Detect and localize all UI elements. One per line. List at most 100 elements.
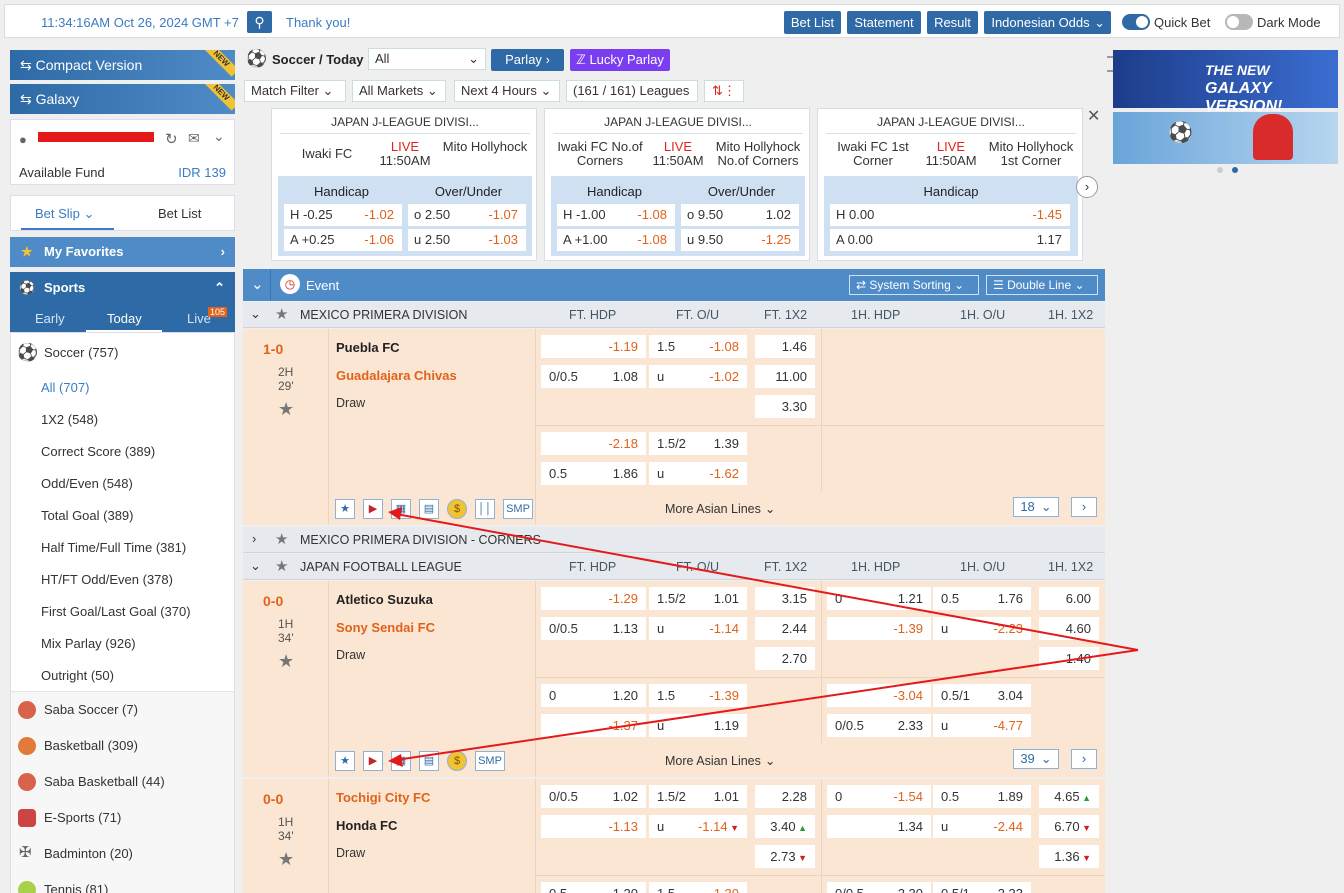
odds-button[interactable]: H -1.00 -1.08 [557,204,675,226]
all-markets-dropdown[interactable]: All Markets ⌄ [352,80,446,102]
odds-button[interactable]: u -1.62 [649,462,747,485]
odds-button[interactable]: 1.40 [1039,647,1099,670]
double-line-dropdown[interactable]: ☰ Double Line ⌄ [986,275,1098,295]
star-icon[interactable]: ★ [275,305,288,323]
mail-icon[interactable]: ✉ [188,130,200,147]
match-card[interactable]: JAPAN J-LEAGUE DIVISI... Iwaki FC No.of Co… [544,108,810,261]
search-button[interactable]: ⚲ [247,11,272,33]
odds-button[interactable]: 6.00 [1039,587,1099,610]
odds-button[interactable]: 3.15 [755,587,815,610]
odds-button[interactable]: 6.70 ▼ [1039,815,1099,838]
odds-button[interactable]: u -1.02 [649,365,747,388]
sport-esports[interactable]: E-Sports (71) [44,810,121,825]
leagues-filter[interactable]: (161 / 161) Leagues [566,80,698,102]
galaxy-button[interactable]: ⇆ Galaxy NEW [10,84,235,114]
system-sorting-dropdown[interactable]: ⇄ System Sorting ⌄ [849,275,979,295]
odds-button[interactable]: -1.19 [541,335,646,358]
odds-type-dropdown[interactable]: Indonesian Odds ⌄ [984,11,1111,34]
live-stream-icon[interactable]: ▶ [363,751,383,771]
odds-button[interactable]: 4.65 ▲ [1039,785,1099,808]
league-row[interactable]: ⌄ ★ MEXICO PRIMERA DIVISION FT. HDP FT. O… [243,302,1105,328]
league-row[interactable]: › ★ MEXICO PRIMERA DIVISION - CORNERS [243,527,1105,553]
star-icon[interactable]: ★ [275,557,288,575]
odds-button[interactable]: 1.5/2 1.01 [649,587,747,610]
dot[interactable] [1217,167,1223,173]
line-count-dropdown[interactable]: 18 ⌄ [1013,497,1059,517]
smp-button[interactable]: SMP [503,499,533,519]
odds-button[interactable]: 1.5/2 1.01 [649,785,747,808]
odds-button[interactable]: 0/0.5 2.30 [827,882,931,893]
scoreboard-icon[interactable]: ▤ [419,499,439,519]
odds-button[interactable]: 0.5 1.86 [541,462,646,485]
close-icon[interactable]: ✕ [1087,106,1100,126]
compact-version-button[interactable]: ⇆ Compact Version NEW [10,50,235,80]
odds-button[interactable]: 2.44 [755,617,815,640]
collapse-icon[interactable]: ⌄ [251,275,264,293]
odds-button[interactable]: 2.28 [755,785,815,808]
odds-button[interactable]: u -1.14 [649,617,747,640]
odds-button[interactable]: -1.37 [541,714,646,737]
away-team[interactable]: Guadalajara Chivas [336,368,457,383]
odds-button[interactable]: 4.60 [1039,617,1099,640]
soccer-item-1x2[interactable]: 1X2 (548) [41,412,98,427]
stats-icon[interactable]: ▦ [391,499,411,519]
sport-saba-basketball[interactable]: Saba Basketball (44) [44,774,165,789]
odds-button[interactable]: u 9.50 -1.25 [681,229,799,251]
chart-icon[interactable]: ││ [475,499,495,519]
odds-button[interactable]: H 0.00 -1.45 [830,204,1070,226]
odds-button[interactable]: 0/0.5 1.02 [541,785,646,808]
odds-button[interactable]: 0.5 1.89 [933,785,1031,808]
soccer-item-first-last-goal[interactable]: First Goal/Last Goal (370) [41,604,191,619]
parlay-button[interactable]: Parlay › [491,49,564,71]
home-team[interactable]: Tochigi City FC [336,790,430,805]
odds-button[interactable]: -1.13 [541,815,646,838]
odds-button[interactable]: u 2.50 -1.03 [408,229,526,251]
soccer-item-ht-ft[interactable]: Half Time/Full Time (381) [41,540,186,555]
soccer-item-outright[interactable]: Outright (50) [41,668,114,683]
live-stream-icon[interactable]: ▶ [363,499,383,519]
odds-button[interactable]: 0 -1.54 [827,785,931,808]
soccer-item-total-goal[interactable]: Total Goal (389) [41,508,134,523]
odds-button[interactable]: A 0.00 1.17 [830,229,1070,251]
soccer-item-ht-ft-odd-even[interactable]: HT/FT Odd/Even (378) [41,572,173,587]
my-favorites-bar[interactable]: ★ My Favorites › [10,237,235,267]
odds-button[interactable]: u -4.77 [933,714,1031,737]
sort-icon[interactable]: ⇅⋮ [704,80,744,102]
dot-active[interactable] [1232,167,1238,173]
odds-button[interactable]: 3.30 [755,395,815,418]
favorite-star-icon[interactable]: ★ [278,399,294,420]
market-select[interactable]: All ⌄ [368,48,486,70]
statement-button[interactable]: Statement [847,11,921,34]
odds-button[interactable]: 0/0.5 1.08 [541,365,646,388]
smp-button[interactable]: SMP [475,751,505,771]
sport-saba-soccer[interactable]: Saba Soccer (7) [44,702,138,717]
odds-button[interactable]: -1.29 [541,587,646,610]
odds-button[interactable]: 2.73 ▼ [755,845,815,868]
odds-button[interactable]: 0/0.5 1.13 [541,617,646,640]
scroll-handle[interactable] [1107,56,1113,72]
star-icon[interactable]: ★ [275,530,288,548]
away-team[interactable]: Sony Sendai FC [336,620,435,635]
sport-basketball[interactable]: Basketball (309) [44,738,138,753]
match-filter-dropdown[interactable]: Match Filter ⌄ [244,80,346,102]
odds-button[interactable]: u -1.14 ▼ [649,815,747,838]
sport-soccer[interactable]: Soccer (757) [44,345,118,360]
sports-bar[interactable]: ⚽ Sports ⌃ [10,272,235,304]
odds-button[interactable]: 1.5 -1.39 [649,684,747,707]
dark-mode-toggle[interactable] [1225,14,1253,30]
odds-button[interactable]: 1.34 [827,815,931,838]
odds-button[interactable]: A +0.25 -1.06 [284,229,402,251]
soccer-item-mix-parlay[interactable]: Mix Parlay (926) [41,636,136,651]
odds-button[interactable]: o 9.50 1.02 [681,204,799,226]
sport-badminton[interactable]: Badminton (20) [44,846,133,861]
tab-early[interactable]: Early [35,311,65,326]
sport-tennis[interactable]: Tennis (81) [44,882,108,893]
galaxy-banner[interactable]: THE NEW GALAXY VERSION! [1113,50,1338,115]
line-count-dropdown[interactable]: 39 ⌄ [1013,749,1059,769]
odds-button[interactable]: H -0.25 -1.02 [284,204,402,226]
match-card[interactable]: JAPAN J-LEAGUE DIVISI... Iwaki FC 1st Corn… [817,108,1083,261]
odds-button[interactable]: 1.36 ▼ [1039,845,1099,868]
next-page-button[interactable]: › [1071,749,1097,769]
odds-button[interactable]: -1.39 [827,617,931,640]
soccer-item-odd-even[interactable]: Odd/Even (548) [41,476,133,491]
